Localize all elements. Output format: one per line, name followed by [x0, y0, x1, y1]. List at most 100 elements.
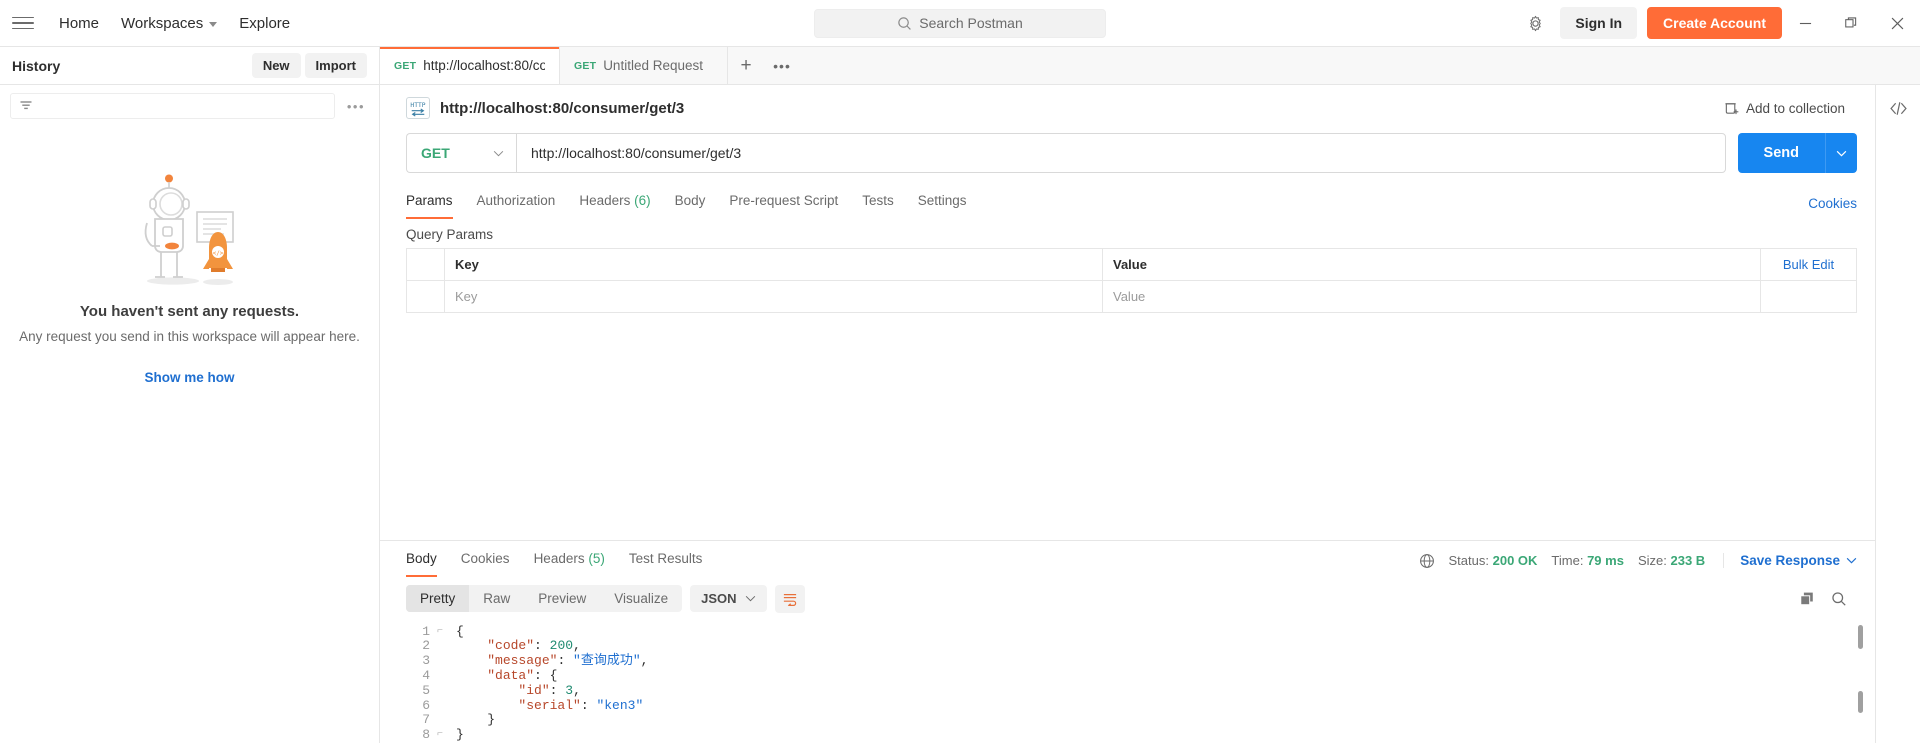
- sidebar-actions: New Import: [251, 53, 367, 78]
- response-meta: Status: 200 OK Time: 79 ms Size: 233 B S…: [1419, 553, 1857, 569]
- request-tab-1[interactable]: GET http://localhost:80/consu: [380, 47, 560, 84]
- line-number: 3: [422, 653, 430, 669]
- response-tab-cookies-label: Cookies: [460, 550, 510, 566]
- nav-workspaces[interactable]: Workspaces: [110, 9, 228, 38]
- tab-tests-label: Tests: [862, 193, 894, 208]
- hamburger-icon[interactable]: [12, 12, 34, 34]
- nav-explore[interactable]: Explore: [228, 9, 301, 38]
- row-key-input[interactable]: Key: [445, 281, 1103, 312]
- tab-headers-label: Headers: [579, 193, 631, 208]
- fold-toggle[interactable]: ⌐: [430, 728, 450, 743]
- response-body-code[interactable]: 1 2 3 4 5 6 7 8 ⌐ ⌐ {"code": 200, "mess…: [380, 619, 1875, 743]
- url-input[interactable]: http://localhost:80/consumer/get/3: [516, 133, 1726, 173]
- tab-options-icon[interactable]: •••: [764, 47, 800, 84]
- send-options-button[interactable]: [1825, 133, 1857, 173]
- tab-settings[interactable]: Settings: [906, 187, 979, 219]
- url-value: http://localhost:80/consumer/get/3: [531, 145, 742, 161]
- sign-in-button[interactable]: Sign In: [1560, 7, 1638, 39]
- method-value: GET: [421, 145, 450, 161]
- query-params-label: Query Params: [406, 227, 494, 242]
- tab-pre-request-script[interactable]: Pre-request Script: [717, 187, 850, 219]
- tab-params[interactable]: Params: [406, 187, 465, 219]
- response-tab-body[interactable]: Body: [406, 545, 449, 577]
- request-subtabs: Params Authorization Headers (6) Body Pr…: [380, 187, 1875, 219]
- save-response-button[interactable]: Save Response: [1723, 553, 1857, 569]
- history-filter-input[interactable]: [10, 93, 335, 119]
- fold-gutter[interactable]: ⌐ ⌐: [430, 619, 450, 743]
- tab-body[interactable]: Body: [663, 187, 718, 219]
- new-tab-button[interactable]: +: [728, 47, 764, 84]
- table-row[interactable]: Key Value: [407, 281, 1856, 313]
- header-checkbox-cell: [407, 249, 445, 280]
- maximize-icon[interactable]: [1828, 0, 1874, 46]
- response-tab-cookies[interactable]: Cookies: [449, 545, 522, 577]
- status-badge: Status: 200 OK: [1449, 553, 1538, 568]
- postman-app: Home Workspaces Explore Search Postman S…: [0, 0, 1920, 743]
- copy-icon[interactable]: [1799, 591, 1815, 607]
- query-params-table: Key Value Bulk Edit Key Value: [406, 248, 1857, 313]
- tab-authorization[interactable]: Authorization: [465, 187, 568, 219]
- import-button[interactable]: Import: [304, 53, 367, 78]
- response-tab-body-label: Body: [406, 550, 437, 566]
- code-snippet-icon[interactable]: [1889, 99, 1908, 118]
- tab-headers[interactable]: Headers (6): [567, 187, 662, 219]
- top-header: Home Workspaces Explore Search Postman S…: [0, 0, 1920, 47]
- nav-home-label: Home: [59, 14, 100, 32]
- fold-toggle[interactable]: ⌐: [430, 625, 450, 640]
- add-to-collection-button[interactable]: Add to collection: [1724, 101, 1857, 116]
- search-icon: [898, 16, 912, 30]
- method-select[interactable]: GET: [406, 133, 516, 173]
- view-mode-preview[interactable]: Preview: [524, 585, 600, 612]
- nav-home[interactable]: Home: [48, 9, 110, 38]
- row-value-input[interactable]: Value: [1103, 281, 1761, 312]
- tab-authorization-label: Authorization: [476, 193, 556, 208]
- response-tab-headers[interactable]: Headers (5): [522, 545, 617, 577]
- line-number: 5: [422, 682, 430, 698]
- language-select[interactable]: JSON: [690, 585, 767, 613]
- send-group: Send: [1737, 133, 1857, 173]
- nav-workspaces-label: Workspaces: [121, 14, 204, 32]
- tab-settings-label: Settings: [917, 193, 967, 208]
- cookies-link[interactable]: Cookies: [1808, 196, 1857, 211]
- wrap-lines-button[interactable]: [774, 584, 805, 613]
- header-actions: Sign In Create Account: [1518, 0, 1920, 46]
- sidebar-more-options-icon[interactable]: •••: [343, 99, 369, 114]
- gear-icon[interactable]: [1518, 6, 1552, 40]
- search-icon[interactable]: [1831, 591, 1847, 607]
- chevron-down-icon: [209, 21, 218, 27]
- size-value: 233 B: [1670, 553, 1706, 569]
- show-me-how-link[interactable]: Show me how: [144, 370, 234, 385]
- line-number: 7: [422, 712, 430, 728]
- close-icon[interactable]: [1874, 0, 1920, 46]
- url-bar: GET http://localhost:80/consumer/get/3 S…: [380, 127, 1875, 173]
- create-account-button[interactable]: Create Account: [1647, 7, 1782, 39]
- request-header: HTTP http://localhost:80/consumer/get/3 …: [380, 85, 1875, 127]
- request-tab-2[interactable]: GET Untitled Request: [560, 47, 728, 84]
- response-tabs: Body Cookies Headers (5) Test Results St…: [380, 541, 1875, 581]
- search-input[interactable]: Search Postman: [814, 8, 1106, 38]
- send-button[interactable]: Send: [1737, 133, 1825, 173]
- bulk-edit-button[interactable]: Bulk Edit: [1761, 249, 1856, 280]
- request-tab-bar: GET http://localhost:80/consu GET Untitl…: [380, 47, 1920, 84]
- minimize-icon[interactable]: [1782, 0, 1828, 46]
- new-button[interactable]: New: [251, 53, 301, 78]
- tab-tests[interactable]: Tests: [850, 187, 906, 219]
- right-rail: [1875, 85, 1920, 743]
- time-badge: Time: 79 ms: [1551, 553, 1624, 568]
- code-lines: { "code": 200, "message": "查询成功", "data"…: [450, 619, 1875, 743]
- tab-headers-count: (6): [634, 193, 651, 208]
- code-line: "serial": "ken3": [518, 697, 644, 713]
- empty-state-title: You haven't sent any requests.: [79, 303, 300, 320]
- row-checkbox[interactable]: [407, 281, 445, 312]
- view-mode-visualize[interactable]: Visualize: [600, 585, 682, 612]
- response-tab-test-results[interactable]: Test Results: [617, 545, 715, 577]
- time-label: Time:: [1551, 553, 1584, 569]
- scrollbar-thumb-bottom[interactable]: [1858, 691, 1863, 713]
- tab-pre-request-script-label: Pre-request Script: [729, 193, 839, 208]
- scrollbar-thumb-top[interactable]: [1858, 624, 1863, 649]
- time-value: 79 ms: [1587, 553, 1624, 569]
- response-scrollbar[interactable]: [1858, 623, 1863, 743]
- view-mode-raw[interactable]: Raw: [469, 585, 524, 612]
- view-mode-pretty[interactable]: Pretty: [406, 585, 470, 613]
- line-number: 1: [422, 623, 430, 639]
